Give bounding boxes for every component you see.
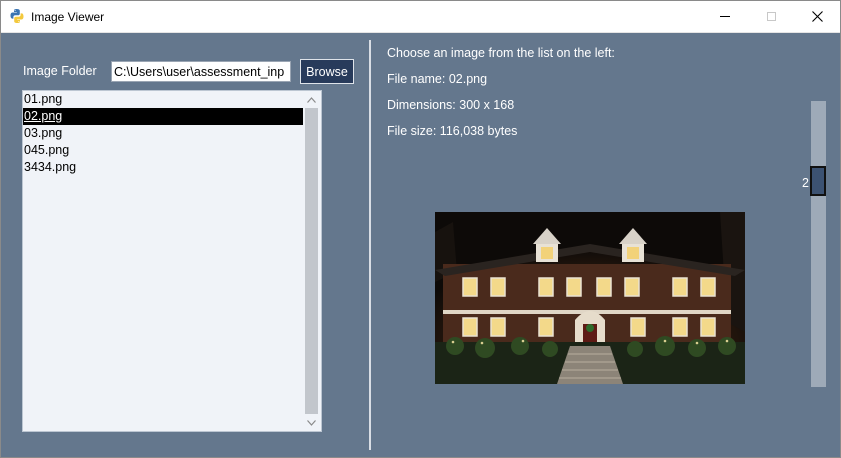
list-item-selected[interactable]: 02.png	[23, 108, 304, 125]
list-scrollbar[interactable]	[303, 91, 320, 431]
chevron-up-icon	[307, 96, 316, 103]
vertical-slider-track[interactable]	[811, 101, 826, 387]
minimize-icon	[720, 16, 730, 17]
file-name-text: File name: 02.png	[387, 72, 488, 86]
list-item[interactable]: 3434.png	[23, 159, 304, 176]
minimize-button[interactable]	[702, 1, 748, 32]
image-preview	[435, 212, 745, 384]
panel-divider	[369, 40, 371, 450]
python-icon	[9, 8, 25, 24]
scroll-down-button[interactable]	[303, 414, 320, 431]
slider-value: 2	[802, 176, 809, 190]
image-file-list[interactable]: 01.png 02.png 03.png 045.png 3434.png	[22, 90, 322, 432]
close-icon	[811, 11, 823, 22]
image-viewer-window: Image Viewer Image Folder Browse 01.png …	[0, 0, 841, 458]
maximize-button[interactable]	[748, 1, 794, 32]
list-item[interactable]: 03.png	[23, 125, 304, 142]
image-folder-input[interactable]	[111, 61, 291, 82]
scroll-up-button[interactable]	[303, 91, 320, 108]
image-folder-label: Image Folder	[23, 64, 97, 78]
window-title: Image Viewer	[31, 10, 105, 24]
choose-image-prompt: Choose an image from the list on the lef…	[387, 46, 615, 60]
close-button[interactable]	[794, 1, 840, 32]
title-bar[interactable]: Image Viewer	[1, 1, 840, 33]
house-at-night-image	[435, 212, 745, 384]
scrollbar-thumb[interactable]	[305, 108, 318, 414]
list-item[interactable]: 01.png	[23, 91, 304, 108]
maximize-icon	[766, 12, 776, 21]
dimensions-text: Dimensions: 300 x 168	[387, 98, 515, 112]
file-size-text: File size: 116,038 bytes	[387, 124, 518, 138]
vertical-slider-handle[interactable]	[810, 166, 826, 196]
chevron-down-icon	[307, 419, 316, 426]
browse-button[interactable]: Browse	[300, 59, 354, 84]
list-item[interactable]: 045.png	[23, 142, 304, 159]
